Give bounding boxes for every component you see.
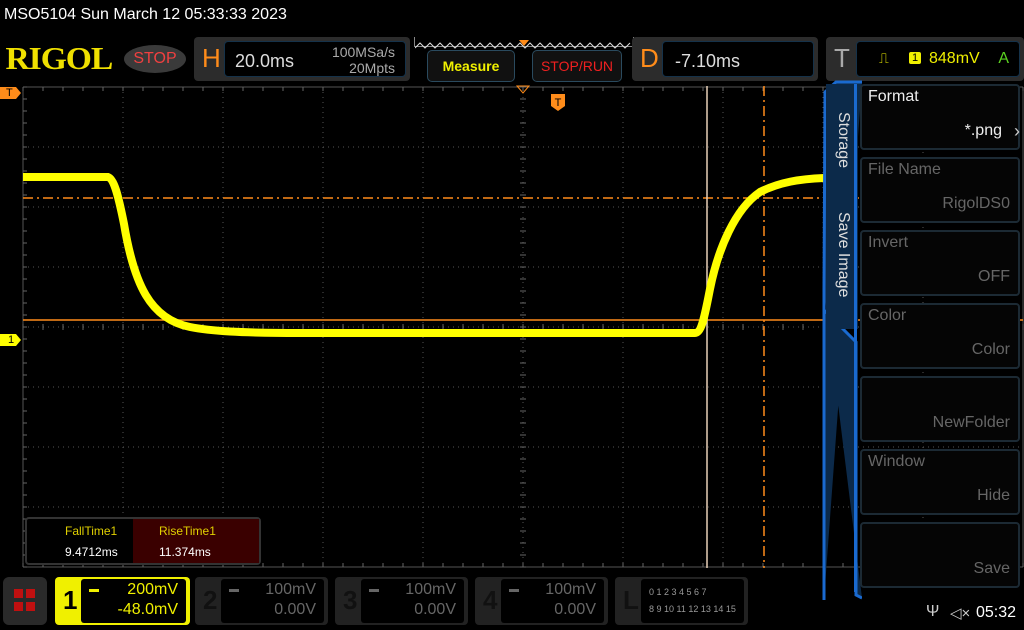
sample-rate: 100MSa/s xyxy=(331,44,395,60)
memory-position-bar xyxy=(414,37,634,49)
chevron-right-icon: › xyxy=(1014,121,1020,141)
menu-item-label: Color xyxy=(868,307,907,324)
memory-depth: 20Mpts xyxy=(349,60,395,76)
logic-panel[interactable]: L 0 1 2 3 4 5 6 7 8 9 10 11 12 13 14 15 xyxy=(615,577,748,625)
clock: 05:32 xyxy=(976,604,1017,621)
menu-item-value: OFF xyxy=(978,268,1010,285)
menu-item-color[interactable]: Color Color xyxy=(860,303,1020,369)
menu-item-label: File Name xyxy=(868,161,941,178)
menu-item-save[interactable]: Save xyxy=(860,522,1020,588)
menu-item-newfolder[interactable]: NewFolder xyxy=(860,376,1020,442)
measurement-name: RiseTime1 xyxy=(159,524,216,538)
trigger-label: T xyxy=(834,43,850,73)
rigol-logo: RIGOL xyxy=(5,40,113,76)
menu-item-format[interactable]: Format *.png › xyxy=(860,84,1020,150)
apps-button[interactable] xyxy=(3,577,47,625)
run-state-badge: STOP xyxy=(124,45,186,73)
menu-item-value: NewFolder xyxy=(932,414,1010,431)
dc-coupling-icon: ▬ xyxy=(509,584,519,595)
channel2-panel[interactable]: 2 ▬ 100mV 0.00V xyxy=(195,577,328,625)
channel3-number: 3 xyxy=(343,585,358,615)
horizontal-label: H xyxy=(202,43,221,73)
window-title: MSO5104 Sun March 12 05:33:33 2023 xyxy=(4,6,287,23)
channel-offset: 0.00V xyxy=(274,601,316,618)
menu-border xyxy=(854,84,857,592)
logic-channels-row1: 0 1 2 3 4 5 6 7 xyxy=(649,587,707,597)
menu-item-value: RigolDS0 xyxy=(942,195,1010,212)
channel1-number: 1 xyxy=(63,585,78,615)
stop-run-button[interactable]: STOP/RUN xyxy=(532,50,622,82)
channel3-panel[interactable]: 3 ▬ 100mV 0.00V xyxy=(335,577,468,625)
measurement-value: 9.4712ms xyxy=(65,545,118,559)
menu-item-label: Format xyxy=(868,88,919,105)
trigger-source: 1 xyxy=(909,52,922,64)
measurement-panel: FallTime1 9.4712ms RiseTime1 11.374ms xyxy=(25,517,261,565)
dc-coupling-icon: ▬ xyxy=(89,584,99,595)
menu-item-value: Color xyxy=(971,341,1010,358)
menu-item-file-name[interactable]: File Name RigolDS0 xyxy=(860,157,1020,223)
usb-icon: Ψ xyxy=(926,603,940,620)
logic-channels-row2: 8 9 10 11 12 13 14 15 xyxy=(649,604,736,614)
measure-button[interactable]: Measure xyxy=(427,50,515,82)
channel4-panel[interactable]: 4 ▬ 100mV 0.00V xyxy=(475,577,608,625)
rising-edge-icon: ⎍ xyxy=(879,50,889,66)
menu-item-window[interactable]: Window Hide xyxy=(860,449,1020,515)
timebase: 20.0ms xyxy=(235,51,295,71)
menu-item-label: Invert xyxy=(868,234,909,251)
channel1-panel[interactable]: 1 ▬ 200mV -48.0mV xyxy=(55,577,190,625)
channel4-number: 4 xyxy=(483,585,498,615)
channel-offset: 0.00V xyxy=(554,601,596,618)
menu-item-invert[interactable]: Invert OFF xyxy=(860,230,1020,296)
delay-value: -7.10ms xyxy=(675,51,741,71)
channel-scale: 100mV xyxy=(545,581,596,598)
delay-label: D xyxy=(640,43,659,73)
channel-scale: 100mV xyxy=(405,581,456,598)
channel-offset: -48.0mV xyxy=(117,601,178,618)
channel2-number: 2 xyxy=(203,585,218,615)
logic-letter: L xyxy=(623,585,639,615)
menu-item-value: *.png xyxy=(964,122,1002,139)
trigger-panel[interactable]: T ⎍ 1 848mV A xyxy=(826,37,1024,81)
trigger-level-marker-label: T xyxy=(6,87,13,99)
tab-storage[interactable]: Storage xyxy=(834,112,852,168)
dc-coupling-icon: ▬ xyxy=(369,584,379,595)
dc-coupling-icon: ▬ xyxy=(229,584,239,595)
measurement-name: FallTime1 xyxy=(65,524,118,538)
measurement-value: 11.374ms xyxy=(159,545,211,559)
channel1-waveform xyxy=(23,173,825,337)
trigger-level: 848mV xyxy=(929,50,980,67)
horizontal-panel[interactable]: H 20.0ms 100MSa/s 20Mpts xyxy=(194,37,410,81)
menu-item-label: Window xyxy=(868,453,925,470)
svg-text:T: T xyxy=(555,97,562,109)
trigger-mode: A xyxy=(998,50,1009,67)
menu-item-value: Hide xyxy=(977,487,1010,504)
delay-panel[interactable]: D -7.10ms xyxy=(632,37,818,81)
menu-item-value: Save xyxy=(973,560,1010,577)
channel-scale: 100mV xyxy=(265,581,316,598)
mute-icon[interactable]: ◁× xyxy=(950,604,970,622)
channel-scale: 200mV xyxy=(127,581,178,598)
tab-save-image[interactable]: Save Image xyxy=(834,212,852,297)
channel-offset: 0.00V xyxy=(414,601,456,618)
channel1-marker-label: 1 xyxy=(8,334,15,346)
